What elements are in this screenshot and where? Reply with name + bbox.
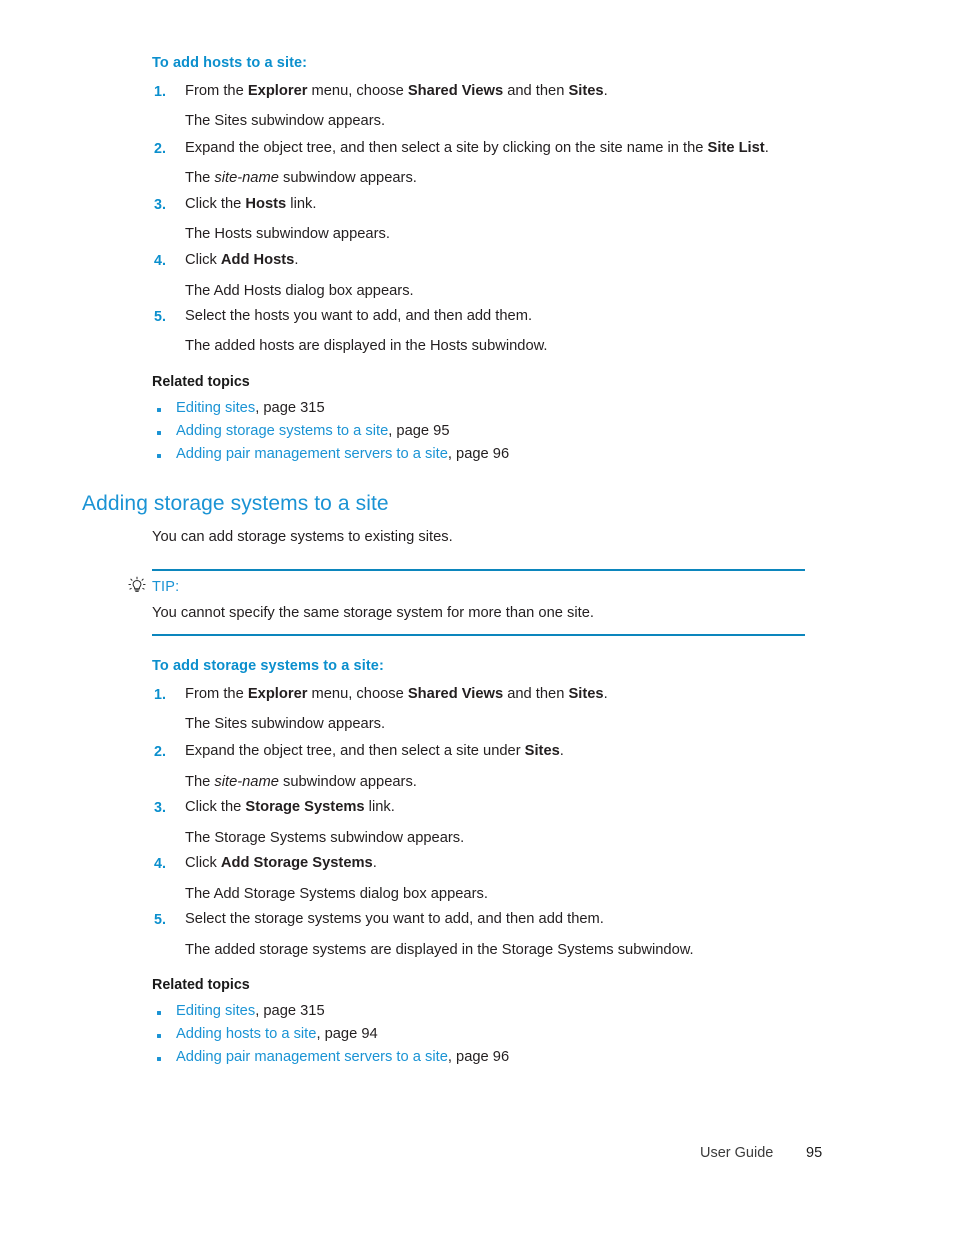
bullet-icon — [157, 1011, 161, 1015]
step-result: The added hosts are displayed in the Hos… — [185, 338, 548, 354]
step-text: Click Add Storage Systems. — [185, 855, 377, 871]
related-link-page: , page 94 — [316, 1026, 378, 1042]
step-number: 3. — [154, 197, 166, 213]
footer-guide-label: User Guide — [700, 1145, 774, 1161]
step-text: Click the Storage Systems link. — [185, 799, 395, 815]
bullet-icon — [157, 431, 161, 435]
footer-page-number: 95 — [806, 1145, 823, 1161]
document-page: To add hosts to a site: 1. From the Expl… — [0, 0, 954, 1235]
related-link-item[interactable]: Adding pair management servers to a site… — [176, 446, 509, 462]
bullet-icon — [157, 454, 161, 458]
procedure-heading-add-hosts: To add hosts to a site: — [152, 55, 308, 71]
related-link-page: , page 315 — [255, 400, 325, 416]
tip-bottom-rule — [152, 634, 805, 636]
step-result: The Add Storage Systems dialog box appea… — [185, 886, 488, 902]
related-link[interactable]: Adding hosts to a site — [176, 1026, 316, 1042]
step-text: Click the Hosts link. — [185, 196, 317, 212]
step-result: The Hosts subwindow appears. — [185, 226, 390, 242]
bullet-icon — [157, 1034, 161, 1038]
step-result: The Sites subwindow appears. — [185, 113, 386, 129]
related-link[interactable]: Editing sites — [176, 400, 255, 416]
related-link-item[interactable]: Editing sites, page 315 — [176, 400, 325, 416]
step-text: From the Explorer menu, choose Shared Vi… — [185, 686, 608, 702]
step-result: The site-name subwindow appears. — [185, 774, 417, 790]
bullet-icon — [157, 1057, 161, 1061]
related-link[interactable]: Adding storage systems to a site — [176, 423, 388, 439]
step-number: 5. — [154, 309, 166, 325]
step-result: The Sites subwindow appears. — [185, 716, 386, 732]
step-result: The added storage systems are displayed … — [185, 942, 694, 958]
tip-body-text: You cannot specify the same storage syst… — [152, 605, 594, 621]
related-link[interactable]: Adding pair management servers to a site — [176, 1049, 448, 1065]
related-link-page: , page 96 — [447, 446, 510, 462]
step-text: Expand the object tree, and then select … — [185, 140, 769, 156]
related-topics-heading: Related topics — [152, 977, 250, 993]
step-number: 2. — [154, 744, 166, 760]
step-text: Select the hosts you want to add, and th… — [185, 308, 533, 324]
step-number: 3. — [154, 800, 166, 816]
related-link-item[interactable]: Adding pair management servers to a site… — [176, 1049, 509, 1065]
step-text: From the Explorer menu, choose Shared Vi… — [185, 83, 608, 99]
step-text: Expand the object tree, and then select … — [185, 743, 564, 759]
section-heading-adding-storage-systems: Adding storage systems to a site — [82, 492, 389, 515]
related-link-item[interactable]: Adding hosts to a site, page 94 — [176, 1026, 378, 1042]
tip-top-rule — [152, 569, 805, 571]
related-topics-heading: Related topics — [152, 374, 250, 390]
step-number: 4. — [154, 856, 166, 872]
step-result: The Add Hosts dialog box appears. — [185, 283, 414, 299]
related-link-item[interactable]: Editing sites, page 315 — [176, 1003, 325, 1019]
related-link-item[interactable]: Adding storage systems to a site, page 9… — [176, 423, 450, 439]
step-number: 1. — [154, 84, 166, 100]
related-link[interactable]: Editing sites — [176, 1003, 255, 1019]
related-link-page: , page 315 — [255, 1003, 325, 1019]
step-text: Select the storage systems you want to a… — [185, 911, 604, 927]
step-number: 4. — [154, 253, 166, 269]
related-link[interactable]: Adding pair management servers to a site — [176, 446, 448, 462]
tip-label: TIP: — [152, 579, 180, 595]
lightbulb-icon — [126, 575, 148, 597]
step-text: Click Add Hosts. — [185, 252, 299, 268]
procedure-heading-add-storage-systems: To add storage systems to a site: — [152, 658, 384, 674]
related-link-page: , page 95 — [388, 423, 450, 439]
step-result: The site-name subwindow appears. — [185, 170, 417, 186]
step-number: 1. — [154, 687, 166, 703]
step-result: The Storage Systems subwindow appears. — [185, 830, 465, 846]
step-number: 5. — [154, 912, 166, 928]
bullet-icon — [157, 408, 161, 412]
related-link-page: , page 96 — [447, 1049, 510, 1065]
step-number: 2. — [154, 141, 166, 157]
section-intro-paragraph: You can add storage systems to existing … — [152, 529, 453, 545]
